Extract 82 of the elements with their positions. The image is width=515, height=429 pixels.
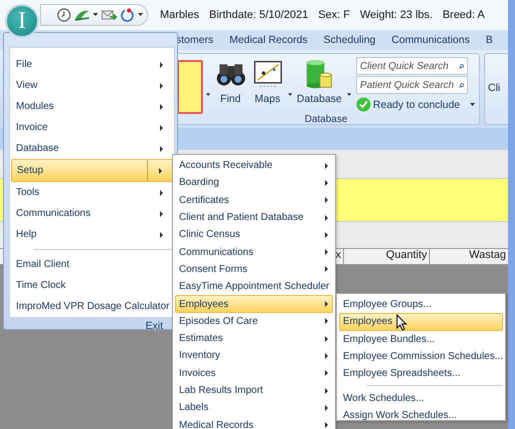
menu-item[interactable]: Accounts Receivable bbox=[175, 157, 333, 174]
menu-item[interactable]: Communications bbox=[11, 203, 173, 224]
submenu-arrow-icon bbox=[325, 352, 328, 359]
submenu-arrow-icon bbox=[325, 180, 328, 186]
patient-info-text: Sex: F bbox=[318, 9, 350, 21]
menu-item[interactable]: Help bbox=[11, 224, 173, 245]
menu-item[interactable]: Medical Records bbox=[175, 416, 333, 429]
submenu-arrow-icon bbox=[325, 214, 328, 221]
menu-item[interactable]: Database bbox=[11, 138, 173, 159]
menu-item[interactable]: Employee Spreadsheets... bbox=[339, 365, 503, 382]
ribbon-tab[interactable]: B bbox=[486, 34, 493, 46]
submenu-arrow-icon bbox=[325, 266, 328, 272]
patient-info-text: Breed: A bbox=[442, 9, 485, 21]
clock-icon[interactable] bbox=[57, 8, 71, 22]
menu-item[interactable]: Communications bbox=[175, 243, 333, 261]
submenu-arrow-icon bbox=[325, 422, 328, 428]
ribbon-tab[interactable]: Scheduling bbox=[324, 34, 376, 46]
menu-item[interactable]: Consent Forms bbox=[175, 260, 333, 278]
menu-item[interactable]: Employees bbox=[175, 295, 333, 313]
menu-item[interactable]: EasyTime Appointment Scheduler bbox=[175, 278, 333, 296]
caret-icon[interactable] bbox=[470, 102, 476, 106]
menu-item[interactable]: Email Client bbox=[11, 254, 173, 275]
patient-info-text: Birthdate: 5/10/2021 bbox=[209, 9, 308, 21]
submenu-arrow-icon bbox=[325, 162, 328, 169]
ribbon-button[interactable]: Find bbox=[214, 57, 248, 107]
menu-item[interactable]: Lab Results Import bbox=[175, 382, 333, 400]
menu-item[interactable]: Invoice bbox=[11, 117, 173, 138]
caret-icon[interactable] bbox=[206, 93, 211, 97]
menu-item[interactable]: View bbox=[11, 75, 173, 96]
column-header[interactable]: Quantity bbox=[344, 248, 430, 265]
search-field[interactable]: Patient Quick Search bbox=[356, 76, 468, 94]
menu-item[interactable]: Modules bbox=[11, 96, 173, 117]
exit-button[interactable]: Exit bbox=[141, 318, 167, 334]
menu-item[interactable]: Setup bbox=[11, 159, 173, 182]
database-icon bbox=[304, 59, 334, 89]
wing-icon[interactable] bbox=[74, 9, 90, 21]
status-text: Ready to conclude bbox=[373, 98, 460, 110]
menu-item[interactable]: Boarding bbox=[175, 174, 333, 192]
ribbon-button[interactable]: Cli bbox=[488, 82, 500, 94]
submenu-arrow-icon bbox=[325, 370, 328, 376]
submenu-arrow-icon bbox=[325, 232, 328, 238]
mouse-pointer-icon bbox=[396, 314, 407, 331]
search-field[interactable]: Client Quick Search bbox=[356, 57, 468, 75]
submenu-arrow-icon bbox=[325, 318, 328, 324]
menu-item[interactable]: Certificates bbox=[175, 192, 333, 209]
caret-icon[interactable] bbox=[288, 93, 292, 97]
menu-item[interactable]: ImproMed VPR Dosage Calculator bbox=[11, 296, 173, 317]
menu-item[interactable]: Work Schedules... bbox=[339, 389, 503, 407]
caret-icon[interactable] bbox=[346, 93, 352, 97]
submenu-arrow-icon bbox=[325, 404, 328, 411]
menu-item[interactable]: Employee Commission Schedules... bbox=[339, 348, 503, 366]
submenu-arrow-icon bbox=[325, 388, 328, 394]
menu-item[interactable]: Inventory bbox=[175, 347, 333, 365]
menu-item[interactable]: Time Clock bbox=[11, 275, 173, 296]
ribbon-tab[interactable]: Communications bbox=[392, 34, 470, 46]
menu-item[interactable]: Estimates bbox=[175, 330, 333, 348]
menu-item[interactable]: Employees bbox=[339, 313, 503, 331]
menu-item[interactable]: Labels bbox=[175, 399, 333, 416]
menu-item[interactable]: Client and Patient Database bbox=[175, 208, 333, 226]
menu-item[interactable]: Episodes Of Care bbox=[175, 312, 333, 330]
submenu-arrow-icon bbox=[325, 301, 328, 308]
chart-icon bbox=[252, 59, 283, 89]
caret-icon[interactable] bbox=[93, 13, 98, 17]
menu-item[interactable]: Tools bbox=[11, 182, 173, 203]
ribbon-button[interactable]: Maps bbox=[250, 57, 285, 107]
caret-icon[interactable] bbox=[138, 13, 143, 17]
submenu-arrow-icon bbox=[325, 249, 328, 256]
patient-info-text: Marbles bbox=[160, 9, 200, 21]
menu-item[interactable]: Clinic Census bbox=[175, 226, 333, 244]
menu-item[interactable]: File bbox=[11, 54, 173, 75]
group-label: Database bbox=[304, 114, 348, 127]
menu-item[interactable]: Assign Work Schedules... bbox=[339, 406, 503, 424]
ribbon-button[interactable]: Database bbox=[294, 57, 344, 107]
refresh-icon[interactable] bbox=[120, 8, 135, 22]
menu-item[interactable]: Invoices bbox=[175, 364, 333, 382]
menu-item[interactable]: Employee Bundles... bbox=[339, 330, 503, 348]
check-icon bbox=[356, 97, 372, 112]
menu-item[interactable]: Employee Groups... bbox=[339, 296, 503, 314]
submenu-arrow-icon bbox=[325, 336, 328, 342]
patient-info-text: Weight: 23 lbs. bbox=[360, 9, 433, 21]
ribbon-tab[interactable]: Medical Records bbox=[229, 34, 308, 46]
submenu-arrow-icon bbox=[325, 197, 328, 204]
